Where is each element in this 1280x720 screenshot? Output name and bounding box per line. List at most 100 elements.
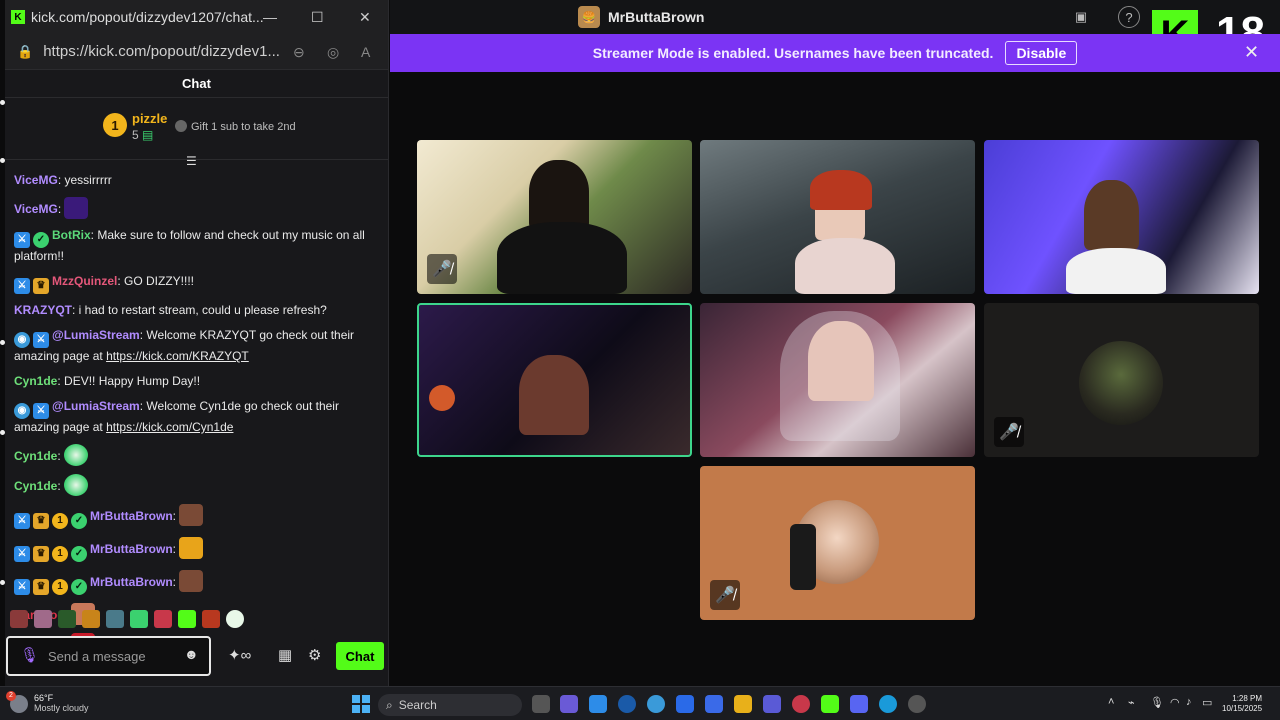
chat-username[interactable]: MrButtaBrown [90,509,173,523]
emote-icon[interactable] [10,610,28,628]
chat-username[interactable]: @LumiaStream [52,399,140,413]
battery-icon[interactable]: ▭ [1202,696,1212,709]
emoji-icon[interactable]: ☻ [184,646,199,662]
gift-prompt[interactable]: Gift 1 sub to take 2nd [175,120,296,133]
chat-text: i had to restart stream, could u please … [78,303,327,317]
close-window-button[interactable]: ✕ [359,9,371,26]
chat-message: ⚔ ♛ 1 ✓ MrButtaBrown: [14,504,370,529]
chat-link[interactable]: https://kick.com/Cyn1de [106,420,233,434]
tracking-off-icon[interactable]: ◎ [327,44,339,61]
window-title-bar: K kick.com/popout/dizzydev1207/chat... [5,0,388,34]
store-app-icon[interactable] [705,695,723,713]
chat-message: ViceMG: yessirrrrr [14,173,112,187]
mic-tray-icon[interactable]: 🎙 [1150,696,1164,709]
moderator-badge-icon: ⚔ [14,278,30,294]
chat-input-row: Send a message 🎙 ☻ ✦∞ ▦ ⚙ Chat [6,636,384,676]
bot-badge-icon: ◉ [14,403,30,419]
chat-text: DEV!! Happy Hump Day!! [64,374,201,388]
file-explorer-icon[interactable] [734,695,752,713]
chat-username[interactable]: ViceMG [14,173,58,187]
skull-emote-icon [64,444,89,466]
chat-username[interactable]: BotRix [52,228,91,242]
settings-gear-icon[interactable]: ⚙ [308,646,321,664]
lock-icon: 🔒 [17,43,34,59]
emote-icon[interactable] [202,610,220,628]
video-tile[interactable]: 🎤̸ [984,303,1259,457]
leaderboard-username[interactable]: pizzle [132,111,167,126]
emote-icon[interactable] [154,610,172,628]
collapse-icon[interactable]: ☰ [186,154,197,168]
store-icon[interactable]: ▦ [278,646,292,664]
tray-app-icon[interactable]: ⌁ [1128,696,1135,709]
video-tile[interactable] [700,303,975,457]
kick-app-icon[interactable] [821,695,839,713]
chat-username[interactable]: MrButtaBrown [90,575,173,589]
clock-time: 1:28 PM [1232,694,1263,703]
emote-quick-bar [10,610,250,632]
chat-link[interactable]: https://kick.com/KRAZYQT [106,349,249,363]
taskbar-search[interactable]: ⌕ Search [378,694,522,716]
volume-icon[interactable]: ♪ [1186,696,1192,708]
verified-badge-icon: ✓ [33,232,49,248]
windows-start-icon[interactable] [352,695,370,713]
chat-username[interactable]: Cyn1de [14,374,57,388]
chat-username[interactable]: ViceMG [14,202,58,216]
zoom-out-icon[interactable]: ⊖ [293,44,305,61]
disable-button[interactable]: Disable [1005,41,1078,65]
search-icon: ⌕ [386,697,393,712]
maximize-button[interactable]: ☐ [311,9,324,26]
cast-icon[interactable]: ▣ [1070,6,1092,28]
hype-emote-icon[interactable] [58,610,76,628]
read-aloud-icon[interactable]: A [361,44,370,60]
participant-silhouette [519,355,589,435]
wifi-icon[interactable]: ◠ [1170,696,1180,709]
app-icon[interactable] [647,695,665,713]
app-title-text: MrButtaBrown [608,9,705,25]
chat-username[interactable]: @LumiaStream [52,328,140,342]
video-tile[interactable] [984,140,1259,294]
chat-username[interactable]: MzzQuinzel [52,274,117,288]
settings-app-icon[interactable] [908,695,926,713]
hp-icon[interactable] [618,695,636,713]
chat-username[interactable]: KRAZYQT [14,303,72,317]
chat-send-button[interactable]: Chat [336,642,384,670]
video-tile[interactable]: 🎤̸ [700,466,975,620]
monopoly-figure [790,524,816,590]
copilot-app-icon[interactable] [589,695,607,713]
skull-emote-icon[interactable] [226,610,244,628]
system-clock[interactable]: 1:28 PM 10/15/2025 [1222,694,1262,714]
chat-text: GO DIZZY!!!! [124,274,195,288]
weather-desc: Mostly cloudy [34,703,89,713]
emote-icon[interactable] [106,610,124,628]
window-title: kick.com/popout/dizzydev1207/chat... [31,9,264,25]
discord-icon[interactable] [850,695,868,713]
participant-body [1066,248,1166,294]
minimize-button[interactable]: — [263,9,277,25]
close-icon[interactable]: ✕ [1244,42,1259,63]
task-view-icon[interactable] [532,695,550,713]
video-tile-active-speaker[interactable] [417,303,692,457]
kicks-icon[interactable]: ✦∞ [228,646,251,664]
emote-icon[interactable] [82,610,100,628]
weather-widget[interactable]: 2 66°F Mostly cloudy [6,690,89,714]
zoom-icon[interactable] [676,695,694,713]
help-icon[interactable]: ? [1118,6,1140,28]
copilot-icon[interactable] [560,695,578,713]
moderator-badge-icon: ⚔ [14,232,30,248]
teams-icon[interactable] [763,695,781,713]
maps-icon[interactable] [792,695,810,713]
edge-icon[interactable] [879,695,897,713]
chat-username[interactable]: MrButtaBrown [90,542,173,556]
chevron-up-icon[interactable]: ˄ [1108,696,1114,708]
video-tile[interactable]: 🎤̸ [417,140,692,294]
emote-icon[interactable] [178,610,196,628]
moderator-badge-icon: ⚔ [33,403,49,419]
video-tile[interactable] [700,140,975,294]
emote-icon[interactable] [34,610,52,628]
streamer-mode-banner: Streamer Mode is enabled. Usernames have… [390,34,1280,72]
search-label: Search [398,698,437,712]
chat-username[interactable]: Cyn1de [14,449,57,463]
microphone-icon[interactable]: 🎙 [20,646,39,664]
emote-icon[interactable] [130,610,148,628]
chat-username[interactable]: Cyn1de [14,479,57,493]
